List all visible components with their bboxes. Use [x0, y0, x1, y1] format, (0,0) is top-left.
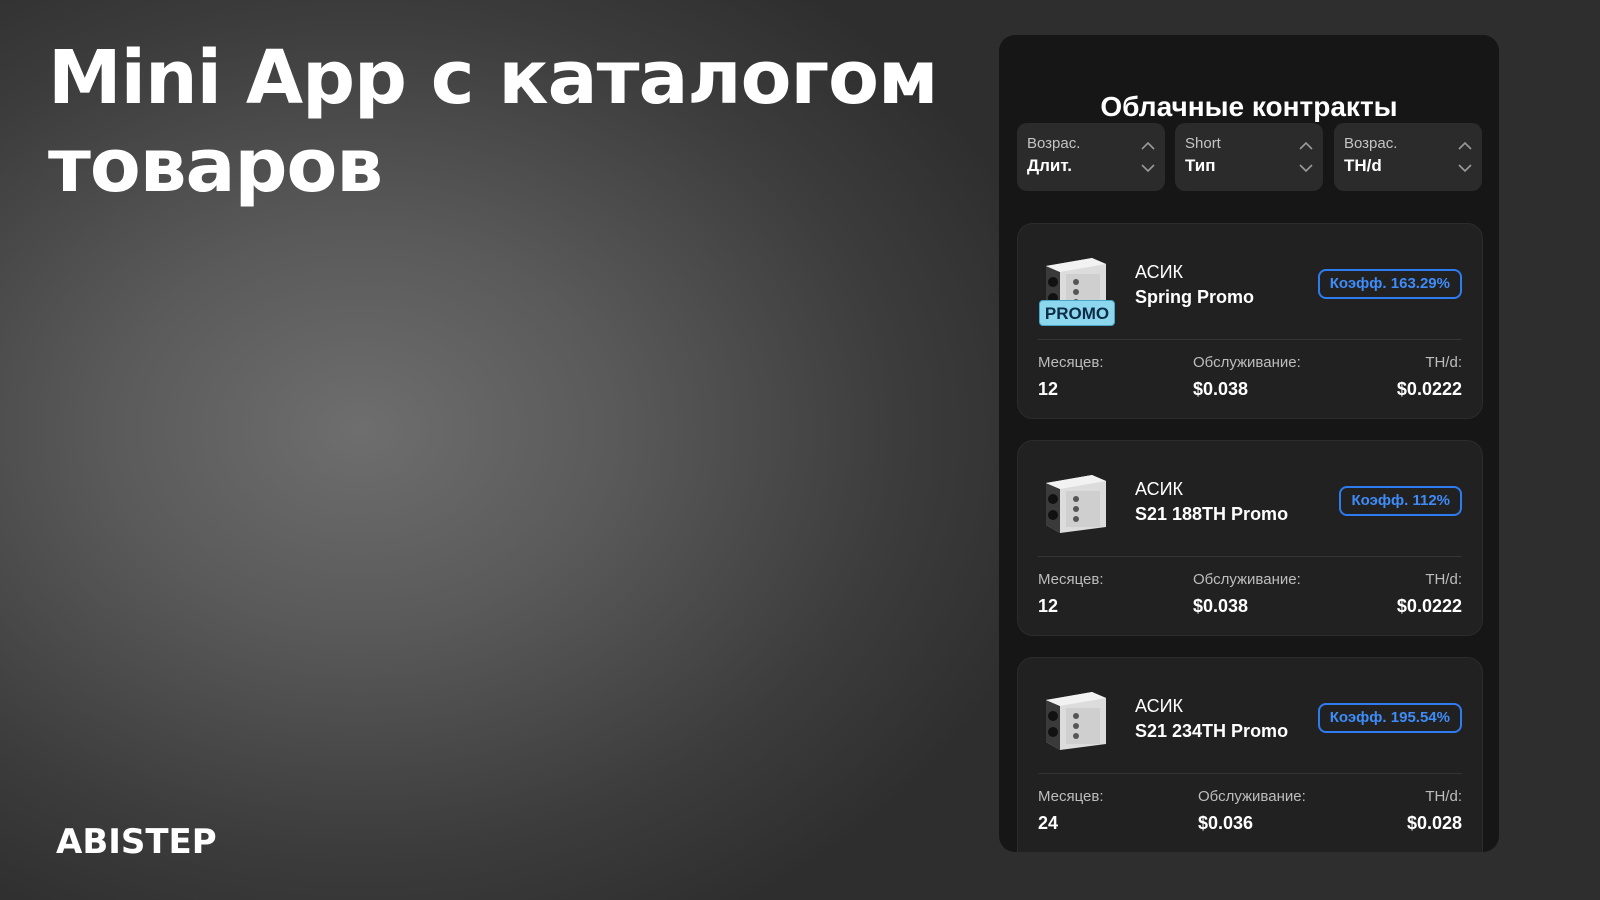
thd-label: TH/d: [1425, 571, 1462, 588]
headline-line-1: Mini App с каталогом [48, 35, 938, 121]
sort-field: Тип [1185, 156, 1216, 175]
sort-duration[interactable]: Возрас. Длит. [1017, 123, 1165, 191]
sort-label: Возрас. [1027, 135, 1081, 152]
coefficient-badge: Коэфф. 112% [1339, 486, 1462, 516]
service-value: $0.036 [1198, 813, 1254, 833]
headline-line-2: товаров [48, 123, 383, 209]
sort-thd[interactable]: Возрас. TH/d [1334, 123, 1482, 191]
thd-label: TH/d: [1425, 354, 1462, 371]
slide-headline: Mini App с каталогом товаров [48, 34, 988, 210]
coefficient-badge: Коэфф. 163.29% [1317, 269, 1462, 299]
service-value: $0.038 [1193, 596, 1249, 616]
sort-field: Длит. [1027, 156, 1072, 175]
months-value: 12 [1038, 379, 1059, 399]
brand-logo: ABISTEP [56, 822, 217, 862]
thd-value: $0.0222 [1396, 379, 1462, 399]
mini-app-screen: Облачные контракты Возрас. Длит. Short Т… [999, 35, 1499, 852]
product-card[interactable]: АСИК S21 188TH Promo Коэфф. 112% Месяцев… [1017, 440, 1483, 636]
months-label: Месяцев: [1038, 788, 1104, 805]
product-type: АСИК [1135, 262, 1184, 282]
promo-badge: PROMO [1039, 300, 1115, 326]
sort-updown-icon [1299, 141, 1313, 173]
page-title: Облачные контракты [1100, 91, 1398, 122]
thd-value: $0.0222 [1396, 596, 1462, 616]
product-card[interactable]: АСИК S21 234TH Promo Коэфф. 195.54% Меся… [1017, 657, 1483, 852]
card-divider [1038, 556, 1462, 557]
service-label: Обслуживание: [1198, 788, 1306, 805]
service-label: Обслуживание: [1193, 354, 1301, 371]
sort-label: Short [1185, 135, 1221, 152]
sort-field: TH/d [1344, 156, 1382, 175]
card-divider [1038, 773, 1462, 774]
sort-updown-icon [1141, 141, 1155, 173]
service-value: $0.038 [1193, 379, 1249, 399]
product-type: АСИК [1135, 479, 1184, 499]
months-label: Месяцев: [1038, 571, 1104, 588]
service-label: Обслуживание: [1193, 571, 1301, 588]
product-card[interactable]: PROMO АСИК Spring Promo Коэфф. 163.29% М… [1017, 223, 1483, 419]
product-name: S21 188TH Promo [1135, 504, 1289, 524]
asic-miner-icon [1046, 475, 1106, 533]
sort-type[interactable]: Short Тип [1175, 123, 1323, 191]
product-type: АСИК [1135, 696, 1184, 716]
coefficient-badge: Коэфф. 195.54% [1317, 703, 1462, 733]
thd-label: TH/d: [1425, 788, 1462, 805]
asic-miner-icon [1046, 692, 1106, 750]
sort-label: Возрас. [1344, 135, 1398, 152]
months-value: 24 [1038, 813, 1059, 833]
months-value: 12 [1038, 596, 1059, 616]
card-divider [1038, 339, 1462, 340]
product-name: Spring Promo [1135, 287, 1255, 307]
thd-value: $0.028 [1406, 813, 1462, 833]
months-label: Месяцев: [1038, 354, 1104, 371]
sort-updown-icon [1458, 141, 1472, 173]
product-name: S21 234TH Promo [1135, 721, 1289, 741]
